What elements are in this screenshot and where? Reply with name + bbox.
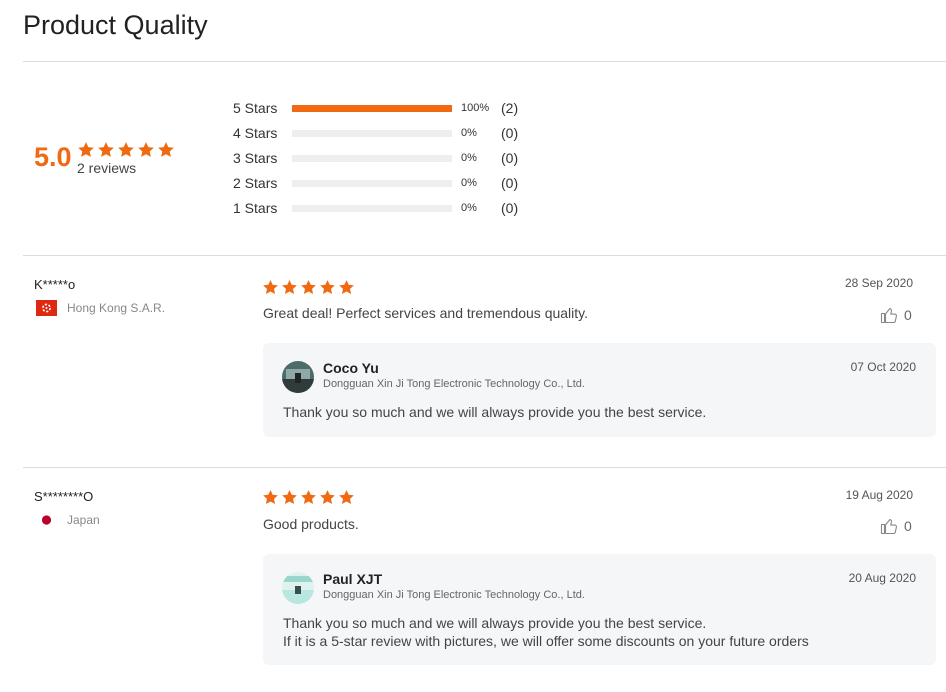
reply-text-line: Thank you so much and we will always pro…	[283, 615, 707, 631]
distribution-label: 4 Stars	[233, 125, 278, 141]
average-score: 5.0	[34, 142, 72, 172]
reply-author: Coco Yu	[323, 360, 379, 376]
reviewer-country: Japan	[36, 512, 100, 528]
seller-reply: Paul XJT Dongguan Xin Ji Tong Electronic…	[263, 554, 936, 665]
distribution-count: (0)	[501, 125, 519, 141]
distribution-bar	[292, 179, 452, 187]
star-icon	[98, 142, 114, 157]
reviewer-country: Hong Kong S.A.R.	[36, 300, 165, 316]
review-date: 28 Sep 2020	[844, 276, 913, 290]
summary-stars	[77, 141, 175, 159]
divider	[23, 255, 946, 256]
reviewer-name: K*****o	[34, 277, 76, 292]
reply-company: Dongguan Xin Ji Tong Electronic Technolo…	[323, 378, 585, 390]
avatar	[282, 361, 314, 393]
reply-text-line: Thank you so much and we will always pro…	[283, 404, 707, 420]
star-icon	[263, 490, 278, 504]
country-name: Japan	[67, 513, 100, 527]
distribution-percent: 100%	[461, 102, 490, 114]
distribution-bar-fill	[292, 104, 452, 112]
distribution-label: 3 Stars	[233, 150, 278, 166]
like-count: 0	[904, 518, 912, 534]
star-icon	[78, 142, 94, 157]
reply-text: Thank you so much and we will always pro…	[283, 403, 706, 421]
distribution-count: (2)	[501, 100, 519, 116]
star-icon	[138, 142, 154, 157]
review-text: Good products.	[263, 516, 359, 532]
reply-date: 20 Aug 2020	[848, 571, 916, 585]
distribution-percent: 0%	[461, 202, 477, 214]
reply-text: Thank you so much and we will always pro…	[283, 614, 809, 650]
japan-flag-icon	[36, 512, 57, 528]
star-icon	[158, 142, 174, 157]
distribution-count: (0)	[501, 175, 519, 191]
distribution-label: 5 Stars	[233, 100, 278, 116]
thumbs-up-icon	[880, 307, 897, 324]
review-stars	[262, 279, 355, 296]
distribution-bar	[292, 154, 452, 162]
reply-author: Paul XJT	[323, 571, 383, 587]
distribution-label: 2 Stars	[233, 175, 278, 191]
like-button[interactable]: 0	[880, 517, 912, 535]
star-icon	[339, 280, 354, 294]
distribution-row-4[interactable]: 4 Stars 0% (0)	[233, 123, 518, 143]
distribution-bar	[292, 204, 452, 212]
star-icon	[118, 142, 134, 157]
distribution-row-1[interactable]: 1 Stars 0% (0)	[233, 198, 518, 218]
like-count: 0	[904, 307, 912, 323]
distribution-row-3[interactable]: 3 Stars 0% (0)	[233, 148, 518, 168]
page-title: Product Quality	[23, 10, 208, 40]
star-icon	[339, 490, 354, 504]
star-icon	[301, 490, 316, 504]
star-icon	[301, 280, 316, 294]
avatar	[282, 572, 314, 604]
reviewer-name: S********O	[34, 489, 94, 504]
reply-text-line: If it is a 5-star review with pictures, …	[283, 633, 809, 649]
seller-reply: Coco Yu Dongguan Xin Ji Tong Electronic …	[263, 343, 936, 437]
distribution-bar	[292, 129, 452, 137]
star-icon	[320, 490, 335, 504]
hong-kong-flag-icon	[36, 300, 57, 316]
review-text: Great deal! Perfect services and tremend…	[263, 305, 589, 321]
distribution-percent: 0%	[461, 177, 477, 189]
distribution-count: (0)	[501, 200, 519, 216]
star-icon	[282, 490, 297, 504]
distribution-percent: 0%	[461, 152, 477, 164]
star-icon	[320, 280, 335, 294]
distribution-bar	[292, 104, 452, 112]
reply-date: 07 Oct 2020	[850, 360, 916, 374]
review-date: 19 Aug 2020	[845, 488, 913, 502]
distribution-percent: 0%	[461, 127, 477, 139]
review-count: 2 reviews	[77, 160, 137, 176]
review-stars	[262, 489, 355, 506]
like-button[interactable]: 0	[880, 306, 912, 324]
distribution-label: 1 Stars	[233, 200, 278, 216]
divider	[23, 467, 946, 468]
star-icon	[263, 280, 278, 294]
star-icon	[282, 280, 297, 294]
distribution-row-2[interactable]: 2 Stars 0% (0)	[233, 173, 518, 193]
distribution-count: (0)	[501, 150, 519, 166]
distribution-row-5[interactable]: 5 Stars 100% (2)	[233, 98, 518, 118]
thumbs-up-icon	[880, 518, 897, 535]
divider	[23, 61, 946, 62]
reply-company: Dongguan Xin Ji Tong Electronic Technolo…	[323, 589, 585, 601]
country-name: Hong Kong S.A.R.	[67, 301, 166, 315]
